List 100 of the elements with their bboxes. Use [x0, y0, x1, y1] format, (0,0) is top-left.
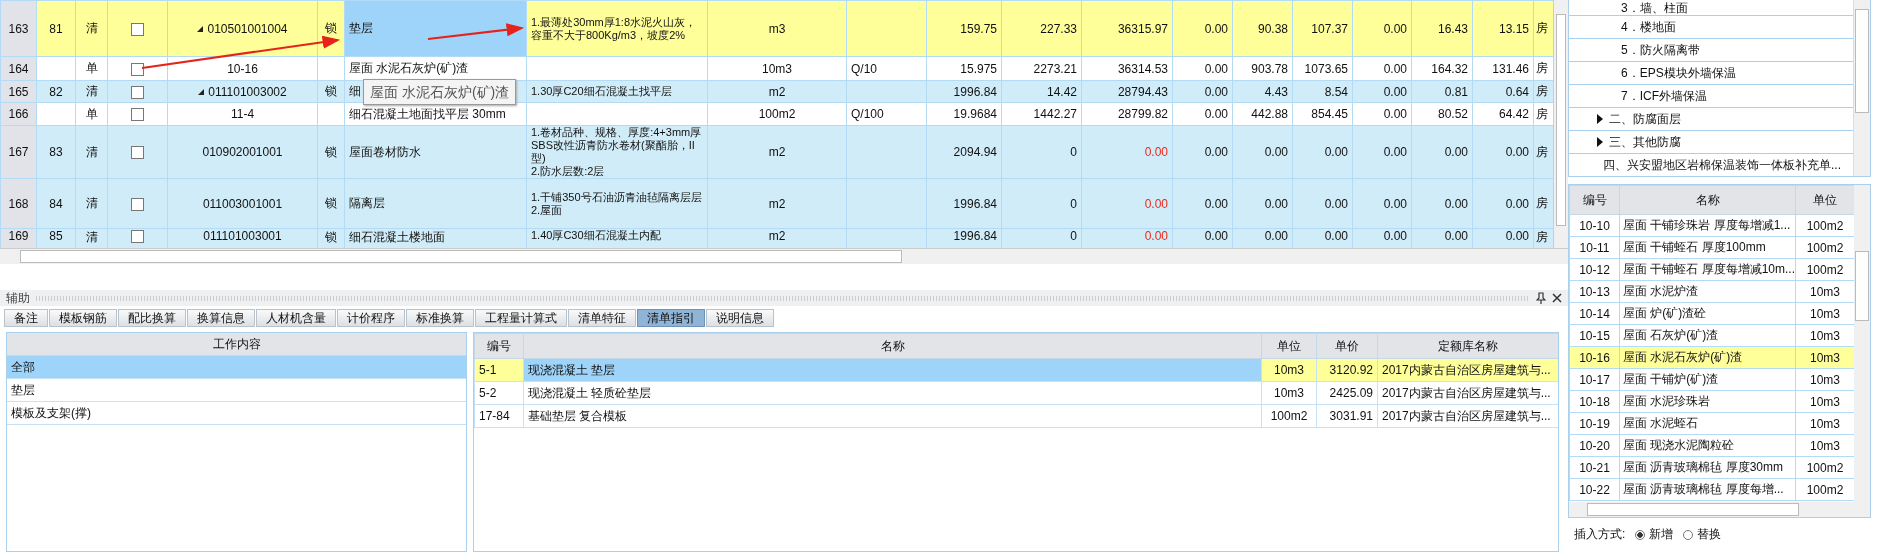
table-row[interactable]: 10-21 屋面 沥青玻璃棉毡 厚度30mm 100m2: [1569, 456, 1854, 479]
scrollbar-thumb[interactable]: [1556, 14, 1566, 226]
table-row[interactable]: 168 84 清 011003001001 锁 隔离层 1.干铺350号石油沥青油毡隔离层层 2.屋面 m2 1996.84 0 0.00 0.00 0.00 0.00 0.00 0.00 0.00 房: [0, 178, 1553, 229]
pin-icon[interactable]: [1536, 292, 1546, 304]
tree-item[interactable]: 7．ICF外墙保温: [1569, 85, 1853, 108]
table-row[interactable]: 10-20 屋面 现浇水泥陶粒砼 10m3: [1569, 434, 1854, 457]
tab[interactable]: 清单指引: [637, 309, 705, 327]
horizontal-scrollbar[interactable]: [1569, 502, 1854, 517]
tree-item[interactable]: 三、其他防腐: [1609, 130, 1681, 154]
row-number: 167: [0, 125, 37, 179]
checkbox[interactable]: [131, 85, 144, 99]
table-row[interactable]: 10-16 屋面 水泥石灰炉(矿)渣 10m3: [1569, 346, 1854, 369]
table-cell: 1.最薄处30mm厚1:8水泥火山灰，容重不大于800Kg/m3，坡度2%: [526, 0, 708, 57]
table-cell: 82: [36, 80, 76, 103]
table-row[interactable]: 167 83 清 010902001001 锁 屋面卷材防水 1.卷材品种、规格、厚度:4+3mm厚SBS改性沥青防水卷材(聚酯胎，II型) 2.防水层数:2层 m2 2094.94 0 0.00 0.00 0.00 0.00 0.00 0.00 0.00 房: [0, 125, 1553, 179]
tab[interactable]: 计价程序: [337, 309, 405, 327]
tree-item[interactable]: 5．防火隔离带: [1569, 39, 1853, 62]
table-cell: 屋面 干铺珍珠岩 厚度每增减1...: [1619, 214, 1796, 237]
table-cell: 现浇混凝土 轻质砼垫层: [523, 381, 1262, 405]
caret-icon[interactable]: [1597, 137, 1603, 147]
scrollbar-thumb[interactable]: [20, 250, 902, 263]
field-label: 插入方式:: [1574, 526, 1626, 543]
checkbox[interactable]: [131, 230, 144, 244]
table-row[interactable]: 5-1 现浇混凝土 垫层 10m3 3120.92 2017内蒙古自治区房屋建筑与...: [474, 358, 1558, 382]
table-cell: 1.干铺350号石油沥青油毡隔离层层 2.屋面: [526, 178, 708, 229]
tab[interactable]: 备注: [4, 309, 48, 327]
table-row[interactable]: 163 81 清 010501001004 锁 垫层 1.最薄处30mm厚1:8水泥火山灰，容重不大于800Kg/m3，坡度2% m3 159.75 227.33 36315.97 0.00 90.38 107.37 0.00 16.43 13.15 房: [0, 0, 1553, 57]
scrollbar-thumb[interactable]: [1587, 503, 1799, 516]
tab[interactable]: 换算信息: [187, 309, 255, 327]
table-cell: 0.00: [1352, 80, 1412, 103]
table-cell: 1996.84: [926, 80, 1002, 103]
table-cell: 锁: [317, 0, 345, 57]
caret-icon[interactable]: [1597, 114, 1603, 124]
table-cell: 0.00: [1352, 102, 1412, 126]
table-cell: 垫层: [349, 21, 373, 35]
table-row[interactable]: 10-19 屋面 水泥蛭石 10m3: [1569, 412, 1854, 435]
table-cell: 清: [75, 125, 108, 179]
table-cell: 屋面 水泥石灰炉(矿)渣: [1619, 346, 1796, 369]
scrollbar-thumb[interactable]: [1855, 9, 1869, 113]
table-cell: 现浇混凝土 垫层: [523, 358, 1262, 382]
table-row[interactable]: 10-17 屋面 干铺炉(矿)渣 10m3: [1569, 368, 1854, 391]
tab[interactable]: 模板钢筋: [49, 309, 117, 327]
table-row[interactable]: 17-84 基础垫层 复合模板 100m2 3031.91 2017内蒙古自治区房屋建筑与...: [474, 404, 1558, 428]
tree-item[interactable]: 四、兴安盟地区岩棉保温装饰一体板补充单...: [1603, 153, 1841, 176]
expand-icon[interactable]: [197, 26, 204, 33]
table-cell: 隔离层: [349, 196, 385, 210]
tab[interactable]: 工程量计算式: [475, 309, 567, 327]
column-header: 单位: [1795, 185, 1854, 215]
table-row[interactable]: 10-22 屋面 沥青玻璃棉毡 厚度每增... 100m2: [1569, 478, 1854, 501]
column-header: 定额库名称: [1377, 333, 1558, 359]
tree-item[interactable]: 6．EPS模块外墙保温: [1569, 62, 1853, 85]
table-row[interactable]: 10-11 屋面 干铺蛭石 厚度100mm 100m2: [1569, 236, 1854, 259]
checkbox[interactable]: [131, 62, 144, 76]
table-row[interactable]: 10-10 屋面 干铺珍珠岩 厚度每增减1... 100m2: [1569, 214, 1854, 237]
table-row[interactable]: 5-2 现浇混凝土 轻质砼垫层 10m3 2425.09 2017内蒙古自治区房屋建筑与...: [474, 381, 1558, 405]
list-item[interactable]: 模板及支架(撑): [7, 402, 466, 425]
expand-icon[interactable]: [198, 89, 205, 96]
table-cell: 屋面 沥青玻璃棉毡 厚度每增...: [1619, 478, 1796, 501]
table-cell: 0.00: [1081, 125, 1173, 179]
table-row[interactable]: 10-15 屋面 石灰炉(矿)渣 10m3: [1569, 324, 1854, 347]
tab[interactable]: 清单特征: [568, 309, 636, 327]
column-header: 编号: [1569, 185, 1620, 215]
table-cell: 0.00: [1411, 125, 1473, 179]
radio-option[interactable]: 新增: [1635, 526, 1674, 543]
vertical-scrollbar[interactable]: [1553, 0, 1568, 248]
table-cell: 屋面 干铺蛭石 厚度每增减10m...: [1619, 258, 1796, 281]
table-cell: 011101003001: [203, 229, 282, 243]
table-cell: 14.42: [1001, 80, 1082, 103]
vertical-scrollbar[interactable]: [1853, 0, 1870, 176]
table-row[interactable]: 10-13 屋面 水泥炉渣 10m3: [1569, 280, 1854, 303]
tree-item[interactable]: 二、防腐面层: [1609, 107, 1681, 131]
table-row[interactable]: 166 单 11-4 细石混凝土地面找平层 30mm 100m2 Q/100 19.9684 1442.27 28799.82 0.00 442.88 854.45 0.00 80.52 64.42 房: [0, 102, 1553, 126]
table-row[interactable]: 164 单 10-16 屋面 水泥石灰炉(矿)渣 10m3 Q/10 15.975 2273.21 36314.53 0.00 903.78 1073.65 0.00 164.32 131.46 房: [0, 56, 1553, 81]
table-row[interactable]: 10-18 屋面 水泥珍珠岩 10m3: [1569, 390, 1854, 413]
horizontal-scrollbar[interactable]: [0, 248, 1568, 264]
list-item[interactable]: 全部: [7, 356, 466, 379]
table-cell: 1073.65: [1292, 56, 1353, 81]
vertical-scrollbar[interactable]: [1854, 185, 1870, 517]
close-icon[interactable]: [1552, 293, 1562, 303]
checkbox[interactable]: [131, 22, 144, 36]
scrollbar-thumb[interactable]: [1855, 251, 1869, 321]
tab[interactable]: 人材机含量: [256, 309, 336, 327]
tree-item[interactable]: 3．墙、柱面: [1569, 0, 1853, 16]
list-item[interactable]: 垫层: [7, 379, 466, 402]
table-cell: 010501001004: [207, 21, 288, 36]
radio-icon[interactable]: [1635, 529, 1646, 540]
checkbox[interactable]: [131, 197, 144, 211]
table-row[interactable]: 10-12 屋面 干铺蛭石 厚度每增减10m... 100m2: [1569, 258, 1854, 281]
radio-option[interactable]: 替换: [1683, 526, 1722, 543]
tab[interactable]: 说明信息: [706, 309, 774, 327]
tab[interactable]: 配比换算: [118, 309, 186, 327]
table-row[interactable]: 10-14 屋面 炉(矿)渣砼 10m3: [1569, 302, 1854, 325]
row-number: 169: [0, 228, 37, 248]
table-cell: 10-16: [227, 61, 258, 76]
tab[interactable]: 标准换算: [406, 309, 474, 327]
table-row[interactable]: 169 85 清 011101003001 锁 细石混凝土楼地面 1.40厚C30细石混凝土内配 m2 1996.84 0 0.00 0.00 0.00 0.00 0.00 0.00 0.00 房: [0, 228, 1553, 248]
checkbox[interactable]: [131, 108, 144, 122]
checkbox[interactable]: [131, 146, 144, 160]
radio-icon[interactable]: [1683, 529, 1694, 540]
tree-item[interactable]: 4．楼地面: [1569, 16, 1853, 39]
